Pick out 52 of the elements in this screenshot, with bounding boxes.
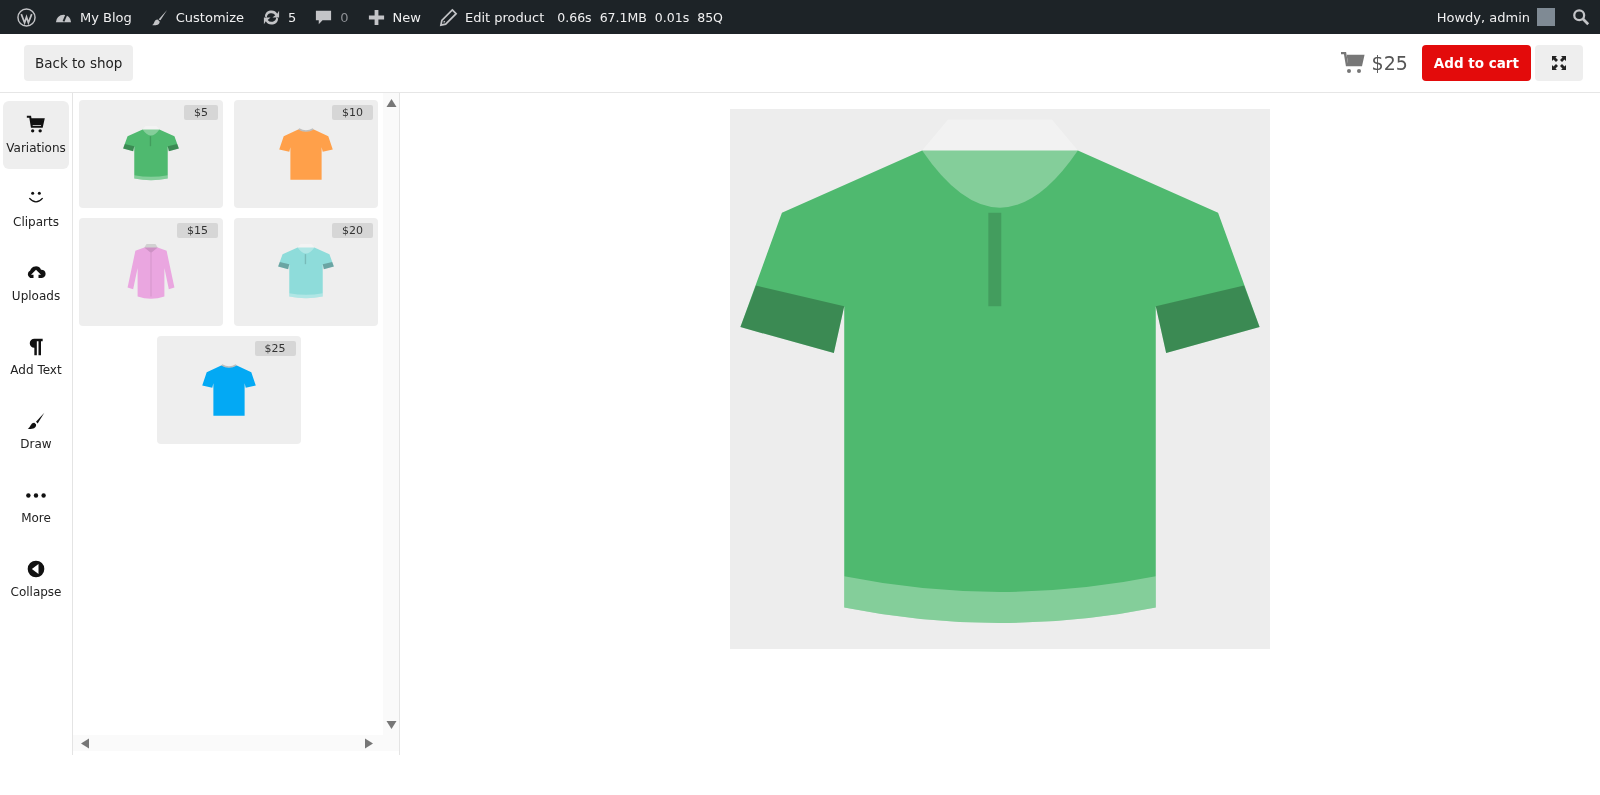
tool-label: Cliparts: [13, 215, 59, 229]
price-tag: $20: [332, 223, 373, 238]
price-tag: $15: [177, 223, 218, 238]
tool-tab[interactable]: Draw: [3, 397, 69, 465]
variation-card[interactable]: $10: [234, 100, 378, 208]
edit-product-link[interactable]: Edit product: [429, 7, 554, 27]
site-name-link[interactable]: My Blog: [45, 7, 141, 27]
variation-card[interactable]: $5: [79, 100, 223, 208]
expand-icon: [1551, 55, 1567, 71]
price-tag: $25: [254, 341, 296, 356]
tool-tab[interactable]: More: [3, 471, 69, 539]
price-tag: $5: [184, 105, 218, 120]
avatar-placeholder: [1537, 8, 1555, 26]
refresh-icon: [262, 7, 282, 27]
wordpress-logo-icon[interactable]: [17, 7, 36, 27]
back-to-shop-button[interactable]: Back to shop: [24, 45, 134, 81]
debug-stat: 0.66s: [557, 9, 592, 25]
tool-label: More: [21, 510, 51, 525]
more-dots-icon: [26, 492, 46, 498]
tool-label: Draw: [20, 437, 52, 451]
scroll-left-icon[interactable]: [81, 737, 89, 749]
tool-tab[interactable]: Collapse: [3, 545, 69, 613]
scroll-up-icon[interactable]: [385, 99, 397, 107]
tool-label: Variations: [6, 141, 66, 155]
new-link[interactable]: New: [357, 7, 430, 27]
customize-link[interactable]: Customize: [140, 7, 254, 27]
debug-stat: 0.01s: [654, 9, 690, 25]
pencil-icon: [438, 7, 458, 27]
tool-tab[interactable]: Uploads: [3, 249, 69, 317]
tool-tab[interactable]: Cliparts: [3, 175, 69, 243]
search-icon[interactable]: [1572, 8, 1590, 26]
variation-card[interactable]: $15: [79, 218, 223, 326]
tool-tab[interactable]: Add Text: [3, 323, 69, 391]
variation-card[interactable]: $25: [156, 336, 301, 444]
debug-stat: 85Q: [697, 9, 723, 25]
plus-icon: [366, 7, 386, 27]
fullscreen-button[interactable]: [1535, 45, 1583, 81]
cart-total: $25: [1371, 52, 1408, 74]
tool-label: Add Text: [10, 363, 62, 377]
tool-tab[interactable]: Variations: [3, 101, 69, 169]
tool-label: Collapse: [10, 585, 62, 599]
add-to-cart-button[interactable]: Add to cart: [1421, 45, 1531, 81]
tool-label: Uploads: [11, 289, 61, 303]
variation-card[interactable]: $20: [234, 218, 378, 326]
account-link[interactable]: Howdy, admin: [1427, 8, 1564, 26]
debug-stat: 67.1MB: [599, 9, 647, 25]
updates-link[interactable]: 5: [253, 7, 306, 27]
scroll-down-icon[interactable]: [385, 721, 397, 729]
price-tag: $10: [332, 105, 373, 120]
cart-icon: [26, 115, 46, 135]
scroll-right-icon[interactable]: [365, 737, 373, 749]
cart-icon: [1340, 52, 1365, 74]
